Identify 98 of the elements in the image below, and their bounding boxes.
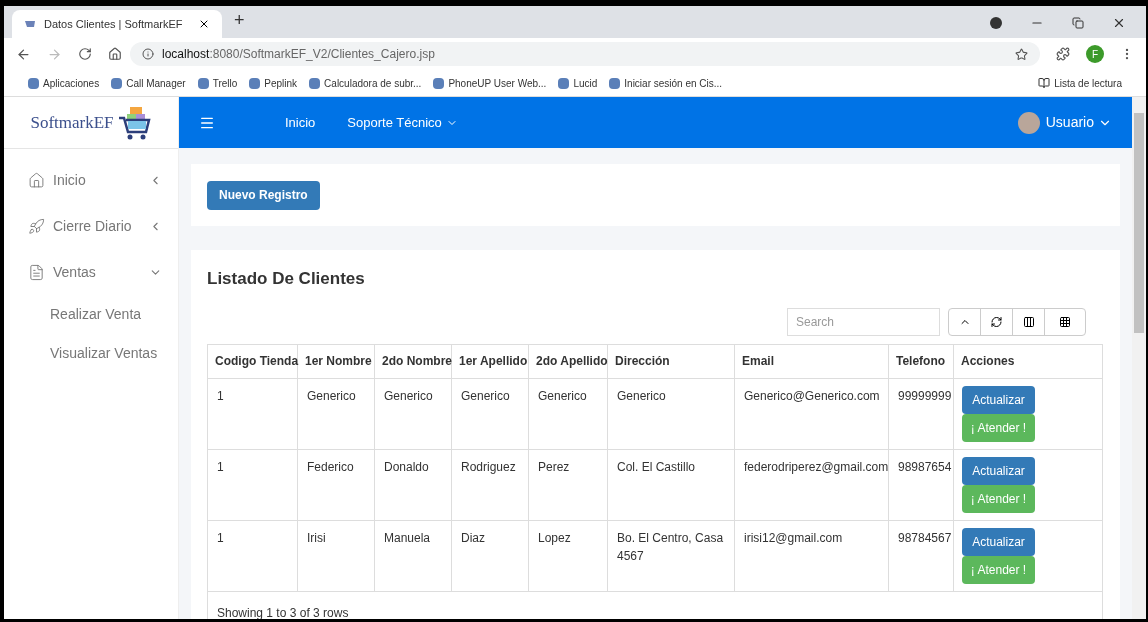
bookmark-label: Peplink: [264, 76, 298, 91]
sidebar-item-icon: [28, 171, 45, 189]
table-cell: Generico: [297, 378, 375, 449]
back-icon[interactable]: [16, 46, 31, 62]
column-header: Telefono: [888, 344, 954, 378]
nav-link[interactable]: Soporte Técnico: [347, 112, 458, 133]
bookmark-icon: [309, 77, 321, 89]
table-cell: Federico: [297, 449, 375, 520]
extensions-icon[interactable]: [1056, 47, 1070, 61]
table-cell: Generico: [451, 378, 529, 449]
user-menu[interactable]: Usuario: [1045, 112, 1112, 133]
reading-list-icon[interactable]: [1038, 77, 1051, 89]
table-cell: Lopez: [528, 520, 608, 591]
sidebar-item[interactable]: Ventas: [4, 249, 178, 295]
url-text: localhost:8080/SoftmarkEF_V2/Clientes_Cajero.jsp: [162, 46, 436, 63]
column-header: Email: [734, 344, 889, 378]
table-cell: 1: [207, 378, 298, 449]
column-header: 1er Nombre: [297, 344, 375, 378]
table-cell: federodriperez@gmail.com: [734, 449, 889, 520]
browser-tab[interactable]: Datos Clientes | SoftmarkEF: [12, 10, 222, 38]
bookmark-link[interactable]: Call Manager: [111, 75, 186, 91]
table-cell: 98987654: [888, 449, 954, 520]
table-cell: 99999999: [888, 378, 954, 449]
bookmark-icon: [28, 77, 39, 89]
list-title: Listado De Clientes: [207, 268, 366, 290]
bookmark-link[interactable]: PhoneUP User Web...: [433, 75, 547, 91]
reading-list-link[interactable]: Lista de lectura: [1054, 75, 1122, 91]
table-cell: Generico: [528, 378, 608, 449]
update-button[interactable]: Actualizar: [962, 527, 1035, 556]
table-cell: Perez: [528, 449, 608, 520]
table-cell: Diaz: [451, 520, 529, 591]
bookmark-label: Lucid: [573, 76, 598, 91]
address-bar[interactable]: localhost:8080/SoftmarkEF_V2/Clientes_Cajero.jsp: [130, 42, 1040, 66]
bookmark-link[interactable]: Peplink: [249, 75, 298, 91]
submenu-item[interactable]: Realizar Venta: [4, 295, 178, 334]
attend-button[interactable]: ¡ Atender !: [962, 555, 1035, 584]
table-cell: Col. El Castillo: [607, 449, 735, 520]
table-cell: Generico@Generico.com: [734, 378, 889, 449]
profile-avatar[interactable]: F: [1086, 45, 1104, 63]
info-icon: [142, 48, 154, 60]
attend-button[interactable]: ¡ Atender !: [962, 484, 1035, 513]
bookmark-icon: [558, 77, 570, 89]
nav-link[interactable]: Inicio: [285, 112, 316, 133]
sidebar-item-icon: [28, 217, 45, 235]
sidebar-item[interactable]: Cierre Diario: [4, 203, 178, 249]
new-tab-button[interactable]: +: [234, 7, 245, 34]
bookmark-label: Trello: [212, 76, 238, 91]
column-header: 1er Apellido: [451, 344, 529, 378]
cart-logo-icon: [117, 104, 152, 141]
update-button[interactable]: Actualizar: [962, 385, 1035, 414]
bookmark-icon: [433, 77, 445, 89]
home-icon[interactable]: [108, 47, 122, 61]
table-cell: Bo. El Centro, Casa 4567: [607, 520, 735, 591]
bookmark-link[interactable]: Aplicaciones: [28, 75, 100, 91]
bookmark-label: Call Manager: [126, 76, 186, 91]
attend-button[interactable]: ¡ Atender !: [962, 413, 1035, 442]
table-cell: Rodriguez: [451, 449, 529, 520]
table-cell: Generico: [607, 378, 735, 449]
column-header: Dirección: [607, 344, 735, 378]
bookmark-icon: [111, 77, 123, 89]
user-avatar: [1017, 111, 1040, 134]
submenu-item[interactable]: Visualizar Ventas: [4, 334, 178, 373]
column-header: 2do Nombre: [374, 344, 452, 378]
bookmark-label: Calculadora de subr...: [324, 76, 422, 91]
bookmark-icon: [609, 77, 621, 89]
table-cell: Generico: [374, 378, 452, 449]
table-cell: 1: [207, 520, 298, 591]
table-cell: 98784567: [888, 520, 954, 591]
table-cell: Donaldo: [374, 449, 452, 520]
table-cell: 1: [207, 449, 298, 520]
close-icon[interactable]: [198, 18, 210, 30]
table-cell: irisi12@gmail.com: [734, 520, 889, 591]
bookmark-link[interactable]: Iniciar sesión en Cis...: [609, 75, 723, 91]
sidebar-item-icon: [28, 263, 45, 281]
column-header: 2do Apellido: [528, 344, 608, 378]
tab-title: Datos Clientes | SoftmarkEF: [44, 16, 184, 32]
table-cell: Manuela: [374, 520, 452, 591]
column-header: Codigo Tienda: [207, 344, 298, 378]
bookmark-link[interactable]: Lucid: [558, 75, 598, 91]
bookmark-label: Aplicaciones: [43, 76, 100, 91]
brand-name: SoftmarkEF: [30, 111, 114, 134]
bookmark-link[interactable]: Calculadora de subr...: [309, 75, 422, 91]
new-record-button[interactable]: Nuevo Registro: [207, 180, 320, 210]
sidebar-item[interactable]: Inicio: [4, 157, 178, 203]
pagination-info: Showing 1 to 3 of 3 rows: [217, 605, 349, 619]
restore-icon[interactable]: [1072, 17, 1084, 29]
star-icon[interactable]: [1015, 47, 1028, 61]
bookmark-link[interactable]: Trello: [197, 75, 238, 91]
update-button[interactable]: Actualizar: [962, 456, 1035, 485]
bookmark-label: Iniciar sesión en Cis...: [624, 76, 723, 91]
reload-icon[interactable]: [78, 47, 92, 61]
bookmark-icon: [249, 77, 261, 89]
table-cell: Irisi: [297, 520, 375, 591]
search-field[interactable]: Search: [787, 307, 940, 336]
bookmark-icon: [197, 77, 209, 89]
close-icon[interactable]: [1112, 16, 1126, 30]
bookmark-label: PhoneUP User Web...: [448, 76, 547, 91]
column-header: Acciones: [953, 344, 1103, 378]
